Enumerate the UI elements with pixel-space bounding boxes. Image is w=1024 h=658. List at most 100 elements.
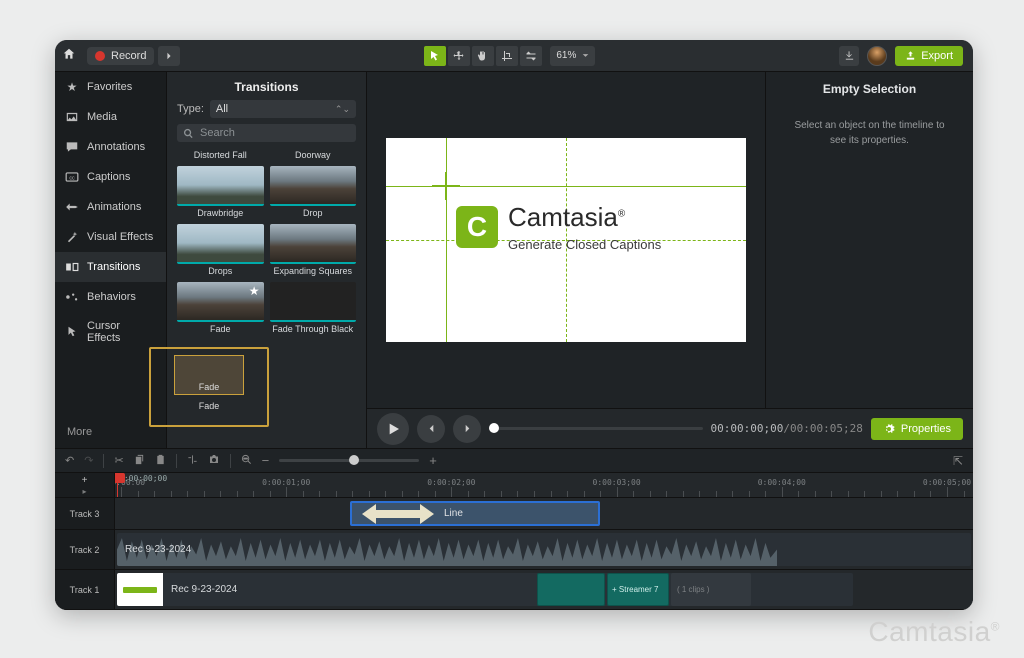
track-header[interactable]: Track 2 (55, 530, 115, 569)
zoom-out-button[interactable] (241, 454, 252, 468)
split-button[interactable] (187, 454, 198, 468)
cursor-effects-icon (65, 325, 79, 339)
record-button[interactable]: Record (87, 47, 154, 65)
play-icon (385, 421, 401, 437)
transition-item[interactable]: Doorway (270, 148, 357, 160)
paste-button[interactable] (155, 454, 166, 468)
favorite-star-icon: ★ (249, 284, 260, 298)
user-avatar[interactable] (867, 46, 887, 66)
track-header[interactable]: Track 3 (55, 498, 115, 529)
sidebar-item-media[interactable]: Media (55, 102, 166, 132)
seek-bar[interactable] (489, 427, 703, 430)
sidebar-item-annotations[interactable]: Annotations (55, 132, 166, 162)
clipboard-icon (155, 454, 166, 465)
sidebar-item-behaviors[interactable]: Behaviors (55, 282, 166, 312)
transition-item[interactable]: Drop (270, 166, 357, 218)
add-track-icon[interactable]: + (82, 475, 88, 486)
transition-item[interactable]: Distorted Fall (177, 148, 264, 160)
sidebar-item-label: Media (87, 111, 117, 123)
chevron-right-icon (463, 424, 472, 433)
type-select[interactable]: All ⌃⌄ (210, 100, 356, 118)
properties-message: Select an object on the timeline to see … (776, 118, 963, 148)
sidebar-item-label: Favorites (87, 81, 132, 93)
slider-handle[interactable] (349, 455, 359, 465)
type-label: Type: (177, 103, 204, 115)
sidebar-item-transitions[interactable]: Transitions (55, 252, 166, 282)
sidebar-item-label: Behaviors (87, 291, 136, 303)
timeline-ruler[interactable]: 0:00:00:000:00:01;000:00:02;000:00:03;00… (115, 473, 973, 497)
clip-thumbnail (117, 573, 163, 606)
tool-select[interactable] (424, 46, 446, 66)
animation-icon (65, 200, 79, 214)
search-icon (183, 128, 194, 139)
sidebar-item-visual-effects[interactable]: Visual Effects (55, 222, 166, 252)
gear-icon (883, 423, 895, 435)
snapshot-button[interactable] (208, 453, 220, 468)
seek-handle[interactable] (489, 423, 499, 433)
transition-item[interactable]: Drawbridge (177, 166, 264, 218)
properties-title: Empty Selection (776, 82, 963, 96)
clip-audio[interactable]: Rec 9-23-2024 (117, 533, 971, 566)
properties-button[interactable]: Properties (871, 418, 963, 440)
playback-bar: 00:00:00;00/00:00:05;28 Properties (367, 408, 973, 448)
track-lane[interactable]: Rec 9-23-2024 (115, 530, 973, 569)
timecode: 00:00:00;00/00:00:05;28 (711, 422, 863, 435)
preview-subtitle: Generate Closed Captions (508, 237, 661, 252)
properties-panel: Empty Selection Select an object on the … (765, 72, 973, 408)
split-icon (187, 454, 198, 465)
home-button[interactable] (55, 47, 83, 64)
export-icon (905, 50, 916, 61)
clip-line[interactable]: Line (350, 501, 600, 526)
ruler-tick-label: 0:00:04;00 (758, 478, 806, 487)
track-lane[interactable]: Line (115, 498, 973, 529)
drag-ghost: Fade Fade (149, 347, 269, 427)
track-row-1: Track 1 Rec 9-23-2024 + Streamer 7 ( 1 c… (55, 570, 973, 610)
sidebar-more[interactable]: More (55, 416, 166, 448)
sidebar-item-label: Visual Effects (87, 231, 153, 243)
sidebar-item-animations[interactable]: Animations (55, 192, 166, 222)
clip-segment[interactable] (537, 573, 605, 606)
behaviors-icon (65, 290, 79, 304)
track-header[interactable]: Track 1 (55, 570, 115, 609)
transitions-icon (65, 260, 79, 274)
sidebar-item-captions[interactable]: cc Captions (55, 162, 166, 192)
transition-item[interactable]: Drops (177, 224, 264, 276)
tool-resize[interactable] (520, 46, 542, 66)
download-button[interactable] (839, 46, 859, 66)
popout-button[interactable]: ⇱ (953, 454, 963, 468)
clip-streamer[interactable]: + Streamer 7 (607, 573, 669, 606)
play-button[interactable] (377, 413, 409, 445)
ruler-head[interactable]: + ▸ (55, 473, 115, 497)
transition-item-fade[interactable]: ★Fade (177, 282, 264, 334)
zoom-select[interactable]: 61% (550, 46, 595, 66)
tool-move[interactable] (448, 46, 470, 66)
clip-tail[interactable]: ( 1 clips ) (671, 573, 751, 606)
sidebar-item-cursor-effects[interactable]: Cursor Effects (55, 312, 166, 352)
tool-crop[interactable] (496, 46, 518, 66)
center-column: C Camtasia® Generate Closed Captions Emp… (367, 72, 973, 448)
preview-canvas[interactable]: C Camtasia® Generate Closed Captions (386, 138, 746, 342)
arrow-icon (362, 504, 434, 524)
redo-button[interactable]: ↷ (84, 454, 93, 467)
star-icon: ★ (65, 80, 79, 94)
prev-frame-button[interactable] (417, 415, 445, 443)
zoom-out-icon (241, 454, 252, 465)
playhead[interactable] (117, 473, 125, 483)
sidebar-item-favorites[interactable]: ★ Favorites (55, 72, 166, 102)
transition-item[interactable]: Expanding Squares (270, 224, 357, 276)
export-button[interactable]: Export (895, 46, 963, 66)
record-dropdown[interactable] (158, 46, 180, 66)
track-row-2: Track 2 Rec 9-23-2024 (55, 530, 973, 570)
cut-button[interactable]: ✂ (114, 454, 123, 467)
timeline-zoom-slider[interactable] (279, 459, 419, 462)
tool-hand[interactable] (472, 46, 494, 66)
download-icon (844, 50, 855, 61)
transition-item[interactable]: Fade Through Black (270, 282, 357, 334)
properties-button-label: Properties (901, 423, 951, 435)
next-frame-button[interactable] (453, 415, 481, 443)
undo-button[interactable]: ↶ (65, 454, 74, 467)
copy-button[interactable] (134, 454, 145, 468)
track-lane[interactable]: Rec 9-23-2024 + Streamer 7 ( 1 clips ) (115, 570, 973, 609)
search-input[interactable]: Search (177, 124, 356, 142)
timeline: + ▸ 0:00:00:000:00:01;000:00:02;000:00:0… (55, 472, 973, 610)
